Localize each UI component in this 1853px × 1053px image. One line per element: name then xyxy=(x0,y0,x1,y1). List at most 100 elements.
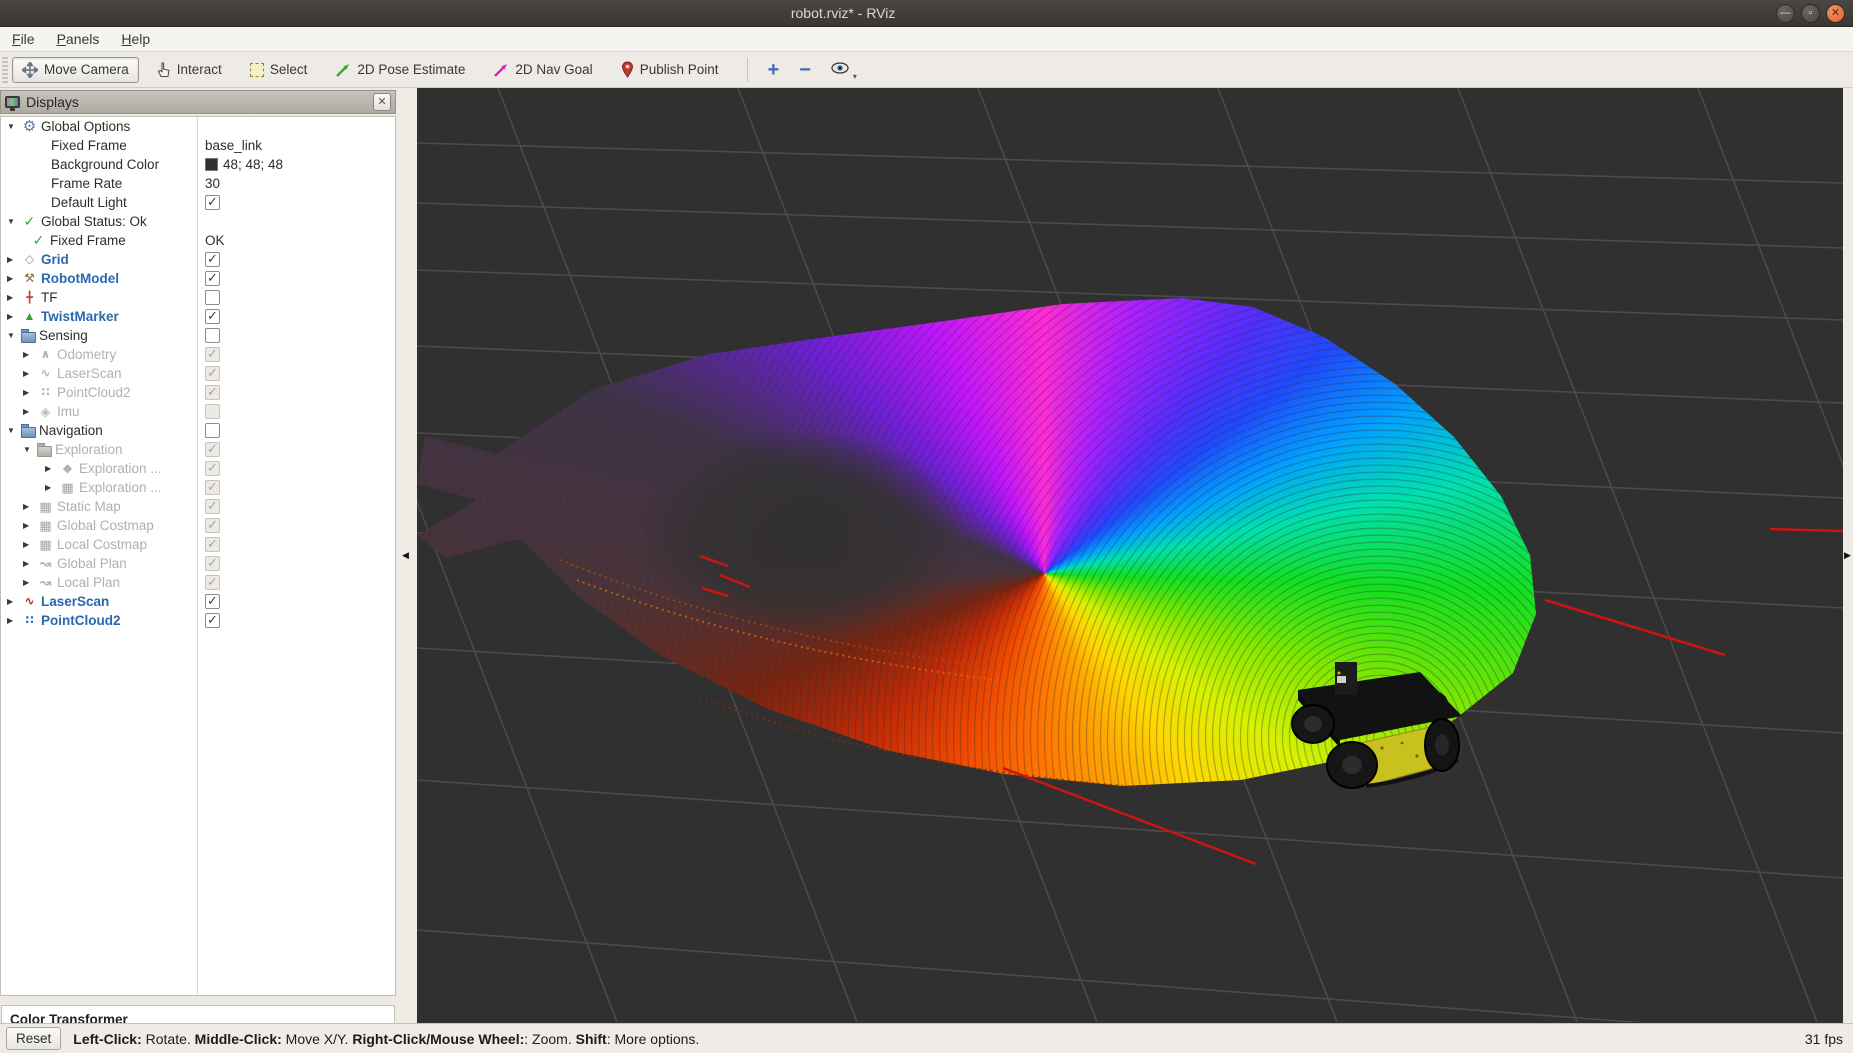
collapse-left-icon[interactable]: ◀ xyxy=(402,550,409,561)
laserscan-checkbox[interactable] xyxy=(205,594,220,609)
menu-panels[interactable]: Panels xyxy=(57,31,100,47)
expand-arrow-icon[interactable] xyxy=(23,502,36,511)
map-icon xyxy=(37,537,54,552)
menu-help[interactable]: Help xyxy=(121,31,150,47)
sensing-checkbox[interactable] xyxy=(205,328,220,343)
zoom-out-icon[interactable]: − xyxy=(789,58,821,82)
expand-arrow-icon[interactable] xyxy=(23,388,36,397)
tree-row-laserscan[interactable]: LaserScan xyxy=(1,592,395,611)
minimize-icon[interactable]: — xyxy=(1776,4,1795,23)
tree-row-navigation[interactable]: Navigation xyxy=(1,421,395,440)
tree-row-exploration-marker[interactable]: Exploration ... xyxy=(1,459,395,478)
tree-row-sensing[interactable]: Sensing xyxy=(1,326,395,345)
tree-row-global-plan[interactable]: Global Plan xyxy=(1,554,395,573)
tree-row-twistmarker[interactable]: TwistMarker xyxy=(1,307,395,326)
status-ok-icon xyxy=(30,233,47,248)
tree-row-pointcloud2-sensing[interactable]: PointCloud2 xyxy=(1,383,395,402)
tree-row-exploration[interactable]: Exploration xyxy=(1,440,395,459)
panel-collapse-strip-right[interactable]: ▶ xyxy=(1843,90,1853,1023)
menu-file[interactable]: File xyxy=(12,31,35,47)
expand-arrow-icon[interactable] xyxy=(23,407,36,416)
expand-arrow-icon[interactable] xyxy=(7,122,20,131)
expand-arrow-icon[interactable] xyxy=(7,274,20,283)
robotmodel-checkbox[interactable] xyxy=(205,271,220,286)
displays-panel-header: Displays ✕ xyxy=(0,90,396,114)
fps-counter: 31 fps xyxy=(1805,1031,1847,1047)
select-button[interactable]: Select xyxy=(240,57,318,82)
tree-row-default-light[interactable]: Default Light xyxy=(1,193,395,212)
pose-estimate-button[interactable]: 2D Pose Estimate xyxy=(325,57,475,83)
tree-row-imu[interactable]: Imu xyxy=(1,402,395,421)
tree-row-global-status[interactable]: Global Status: Ok xyxy=(1,212,395,231)
eye-dropdown-caret: ▾ xyxy=(853,72,857,81)
expand-arrow-icon[interactable] xyxy=(7,331,20,340)
tree-row-local-costmap[interactable]: Local Costmap xyxy=(1,535,395,554)
twistmarker-checkbox[interactable] xyxy=(205,309,220,324)
panel-collapse-strip-left[interactable]: ◀ xyxy=(397,90,417,1023)
close-icon[interactable]: ✕ xyxy=(1826,4,1845,23)
expand-arrow-icon[interactable] xyxy=(7,312,20,321)
tree-row-odometry[interactable]: Odometry xyxy=(1,345,395,364)
tree-row-local-plan[interactable]: Local Plan xyxy=(1,573,395,592)
publish-point-button[interactable]: Publish Point xyxy=(611,56,729,83)
exploration-checkbox xyxy=(205,442,220,457)
expand-arrow-icon[interactable] xyxy=(23,445,36,454)
default-light-checkbox[interactable] xyxy=(205,195,220,210)
tree-row-global-options[interactable]: Global Options xyxy=(1,117,395,136)
expand-arrow-icon[interactable] xyxy=(7,426,20,435)
panel-splitter-handle[interactable] xyxy=(0,998,396,1004)
expand-arrow-icon[interactable] xyxy=(23,350,36,359)
background-color-value[interactable]: 48; 48; 48 xyxy=(198,155,283,174)
main-area: Displays ✕ Global Options Fixed Frame ba… xyxy=(0,88,1853,1023)
collapse-right-icon[interactable]: ▶ xyxy=(1844,550,1851,561)
tree-row-robotmodel[interactable]: RobotModel xyxy=(1,269,395,288)
tf-checkbox[interactable] xyxy=(205,290,220,305)
tree-row-fixed-frame[interactable]: Fixed Frame base_link xyxy=(1,136,395,155)
expand-arrow-icon[interactable] xyxy=(23,559,36,568)
robot-icon xyxy=(21,271,38,286)
tree-row-background-color[interactable]: Background Color 48; 48; 48 xyxy=(1,155,395,174)
grid-icon xyxy=(21,252,38,267)
grid-checkbox[interactable] xyxy=(205,252,220,267)
tree-row-pointcloud2[interactable]: PointCloud2 xyxy=(1,611,395,630)
move-camera-button[interactable]: Move Camera xyxy=(12,57,139,83)
3d-viewport[interactable] xyxy=(417,88,1843,1023)
expand-arrow-icon[interactable] xyxy=(7,293,20,302)
expand-arrow-icon[interactable] xyxy=(23,521,36,530)
tree-row-grid[interactable]: Grid xyxy=(1,250,395,269)
expand-arrow-icon[interactable] xyxy=(23,540,36,549)
maximize-icon[interactable]: ▫ xyxy=(1801,4,1820,23)
expand-arrow-icon[interactable] xyxy=(7,217,20,226)
interact-button[interactable]: Interact xyxy=(147,57,232,83)
navigation-checkbox[interactable] xyxy=(205,423,220,438)
displays-close-icon[interactable]: ✕ xyxy=(373,93,391,111)
toolbar-drag-handle[interactable] xyxy=(2,57,8,83)
expand-arrow-icon[interactable] xyxy=(45,483,58,492)
tree-row-tf[interactable]: TF xyxy=(1,288,395,307)
pointcloud-icon xyxy=(21,613,38,628)
status-value: OK xyxy=(198,231,225,250)
folder-icon xyxy=(21,332,36,343)
expand-arrow-icon[interactable] xyxy=(45,464,58,473)
frame-rate-value[interactable]: 30 xyxy=(198,174,220,193)
tree-row-frame-rate[interactable]: Frame Rate 30 xyxy=(1,174,395,193)
expand-arrow-icon[interactable] xyxy=(7,597,20,606)
expand-arrow-icon[interactable] xyxy=(7,255,20,264)
expand-arrow-icon[interactable] xyxy=(7,616,20,625)
fixed-frame-value[interactable]: base_link xyxy=(198,136,262,155)
expand-arrow-icon[interactable] xyxy=(23,369,36,378)
tree-row-exploration-map[interactable]: Exploration ... xyxy=(1,478,395,497)
nav-goal-button[interactable]: 2D Nav Goal xyxy=(483,57,602,83)
pointcloud2-checkbox[interactable] xyxy=(205,613,220,628)
tree-row-laserscan-sensing[interactable]: LaserScan xyxy=(1,364,395,383)
tree-row-status-fixed-frame[interactable]: Fixed Frame OK xyxy=(1,231,395,250)
laserscan-checkbox xyxy=(205,366,220,381)
zoom-in-icon[interactable]: + xyxy=(758,58,790,82)
visibility-eye-button[interactable]: ▾ xyxy=(821,61,859,79)
tree-row-global-costmap[interactable]: Global Costmap xyxy=(1,516,395,535)
tree-row-static-map[interactable]: Static Map xyxy=(1,497,395,516)
global-plan-checkbox xyxy=(205,556,220,571)
expand-arrow-icon[interactable] xyxy=(23,578,36,587)
reset-button[interactable]: Reset xyxy=(6,1027,61,1050)
folder-icon xyxy=(37,446,52,457)
